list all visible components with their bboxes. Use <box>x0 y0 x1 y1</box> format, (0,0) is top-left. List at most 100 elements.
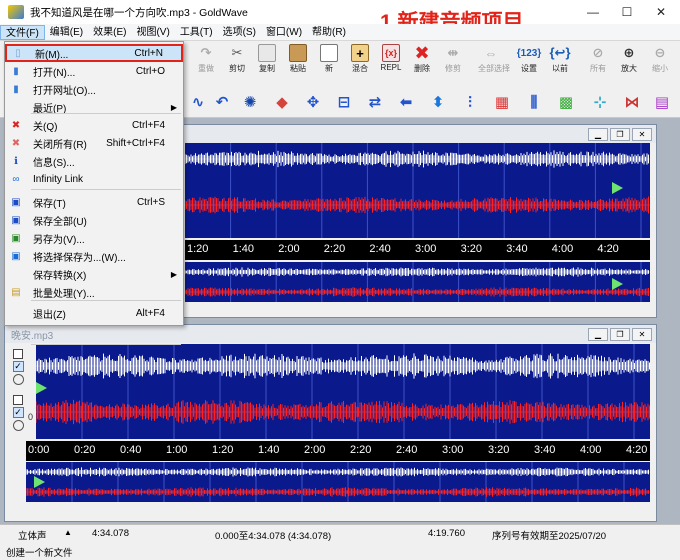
merge-icon[interactable]: ⋈ <box>622 92 642 112</box>
channel-left-radio[interactable] <box>12 374 24 385</box>
bars-icon[interactable]: ⫼ <box>524 92 544 112</box>
file-menu-item-11[interactable]: ▣ 将选择保存为...(W)... <box>5 247 183 265</box>
close-icon[interactable]: ✕ <box>644 0 678 24</box>
menu-edit[interactable]: 编辑(E) <box>45 25 88 40</box>
channel-right-box[interactable] <box>13 395 23 405</box>
channel-right-checkbox[interactable]: ✓ <box>12 407 24 418</box>
file-menu-item-14[interactable]: 退出(Z) Alt+F4 <box>5 304 183 322</box>
minimize-icon[interactable]: — <box>576 0 610 24</box>
chart-icon[interactable]: ⊟ <box>334 92 354 112</box>
time-tick-label: 3:40 <box>506 243 528 255</box>
file-menu-item-10[interactable]: ▣ 另存为(V)... <box>5 229 183 247</box>
loop-icon[interactable]: ↶ <box>212 92 232 112</box>
time-tick-label: 3:40 <box>534 444 556 456</box>
left-arrow-icon[interactable]: ⬅ <box>396 92 416 112</box>
file-menu-label: 打开网址(O)... <box>33 85 96 97</box>
file-menu-item-7[interactable]: ∞ Infinity Link <box>5 170 183 188</box>
menu-tools[interactable]: 工具(T) <box>175 25 218 40</box>
wave2-overview-marker-icon[interactable] <box>34 476 45 488</box>
set-button[interactable]: {123} 设置 <box>516 41 542 74</box>
submenu-arrow-icon: ▶ <box>170 269 177 279</box>
wave1-track[interactable] <box>185 143 650 238</box>
wave2-track[interactable] <box>36 344 650 439</box>
zoom-out-button[interactable]: ⊖ 缩小 <box>647 41 673 74</box>
zoom-out-icon: ⊖ <box>654 45 666 60</box>
paste-button[interactable]: 粘贴 <box>285 41 311 74</box>
menu-file[interactable]: 文件(F) <box>0 24 45 40</box>
previous-button[interactable]: {↩} 以前 <box>547 41 573 74</box>
wave-window-2-title: 晚安.mp3 <box>5 325 656 343</box>
time-tick-label: 1:40 <box>258 444 280 456</box>
file-menu-item-13[interactable]: ▤ 批量处理(Y)... <box>5 283 183 301</box>
rainbow-icon[interactable]: ▤ <box>652 92 672 112</box>
set-braces-icon: {123} <box>516 47 542 59</box>
file-menu-item-6[interactable]: ℹ 信息(S)... <box>5 152 183 170</box>
wave2-time-ruler: 0:00 0:20 0:40 1:00 1:20 1:40 2:00 2:20 2:40 3:00… <box>26 441 650 461</box>
menu-effects[interactable]: 效果(E) <box>88 25 131 40</box>
delete-button[interactable]: ✖ 删除 <box>409 41 435 74</box>
new-button[interactable]: 新 <box>316 41 342 74</box>
mix-button[interactable]: + 混合 <box>347 41 373 74</box>
goldwave-logo-icon <box>8 5 24 19</box>
menu-view[interactable]: 视图(V) <box>131 25 174 40</box>
save-selection-icon: ▣ <box>11 250 21 262</box>
menu-separator <box>31 300 181 301</box>
updown-icon[interactable]: ⬍ <box>428 92 448 112</box>
zoom-all-button[interactable]: ⊘ 所有 <box>585 41 611 74</box>
split-icon[interactable]: ⊹ <box>590 92 610 112</box>
select-all-button[interactable]: ⇔ 全部选择 <box>478 41 510 74</box>
copy-button[interactable]: 复制 <box>254 41 280 74</box>
file-menu-item-2[interactable]: ▮ 打开网址(O)... <box>5 80 183 98</box>
wave1-overview[interactable] <box>185 262 650 302</box>
wave2-restore-icon[interactable]: ❐ <box>610 328 630 341</box>
new-file-icon: ▯ <box>15 47 21 59</box>
copy-icon <box>258 44 276 62</box>
wave1-minimize-icon[interactable]: ▁ <box>588 128 608 141</box>
menu-options[interactable]: 选项(S) <box>218 25 261 40</box>
wave2-close-icon[interactable]: ✕ <box>632 328 652 341</box>
redo-button[interactable]: ↷ 重做 <box>193 41 219 74</box>
file-menu-item-9[interactable]: ▣ 保存全部(U) <box>5 211 183 229</box>
trim-button[interactable]: ⇹ 修剪 <box>440 41 466 74</box>
info-icon: ℹ <box>14 155 18 167</box>
channel-left-checkbox[interactable]: ✓ <box>12 361 24 372</box>
wave1-close-icon[interactable]: ✕ <box>632 128 652 141</box>
replace-button[interactable]: {x} REPL <box>378 41 404 72</box>
swap-icon[interactable]: ⇄ <box>365 92 385 112</box>
time-tick-label: 2:00 <box>278 243 300 255</box>
submenu-arrow-icon: ▶ <box>170 102 177 112</box>
time-tick-label: 3:20 <box>460 243 483 255</box>
time-tick-label: 1:20 <box>212 444 234 456</box>
channel-right-radio[interactable] <box>12 420 24 431</box>
eq-icon[interactable]: ⫶ <box>460 92 480 112</box>
cut-button[interactable]: ✂ 剪切 <box>224 41 250 74</box>
status-channel-mode[interactable]: 立体声 <box>18 528 47 542</box>
gear-icon[interactable]: ✺ <box>240 92 260 112</box>
wave1-overview-marker-icon[interactable] <box>612 278 623 290</box>
zoom-in-button[interactable]: ⊕ 放大 <box>616 41 642 74</box>
menu-window[interactable]: 窗口(W) <box>261 25 307 40</box>
file-menu-item-0[interactable]: ▯ 新(M)... Ctrl+N <box>5 44 183 62</box>
wave2-minimize-icon[interactable]: ▁ <box>588 328 608 341</box>
open-url-icon: ▮ <box>13 83 19 95</box>
file-menu-item-1[interactable]: ▮ 打开(N)... Ctrl+O <box>5 62 183 80</box>
palette-icon[interactable]: ▩ <box>556 92 576 112</box>
expand-icon[interactable]: ✥ <box>303 92 323 112</box>
maximize-icon[interactable]: ☐ <box>610 0 644 24</box>
wave1-restore-icon[interactable]: ❐ <box>610 128 630 141</box>
time-tick-label: 4:00 <box>551 243 574 255</box>
spectrum-icon[interactable]: ▦ <box>492 92 512 112</box>
time-tick-label: 3:00 <box>442 444 464 456</box>
file-menu-item-4[interactable]: ✖ 关(Q) Ctrl+F4 <box>5 116 183 134</box>
wave2-play-marker-icon[interactable] <box>36 382 47 394</box>
wave2-overview[interactable] <box>26 462 650 502</box>
file-menu-item-5[interactable]: ✖ 关闭所有(R) Shift+Ctrl+F4 <box>5 134 183 152</box>
menu-help[interactable]: 帮助(R) <box>307 25 351 40</box>
file-menu-item-8[interactable]: ▣ 保存(T) Ctrl+S <box>5 193 183 211</box>
file-menu-item-12[interactable]: 保存转换(X) ▶ <box>5 265 183 283</box>
wave-icon[interactable]: ∿ <box>188 92 208 112</box>
wave1-play-marker-icon[interactable] <box>612 182 623 194</box>
color-icon[interactable]: ◆ <box>272 92 292 112</box>
channel-left-box[interactable] <box>13 349 23 359</box>
wave1-waveform <box>185 143 650 238</box>
